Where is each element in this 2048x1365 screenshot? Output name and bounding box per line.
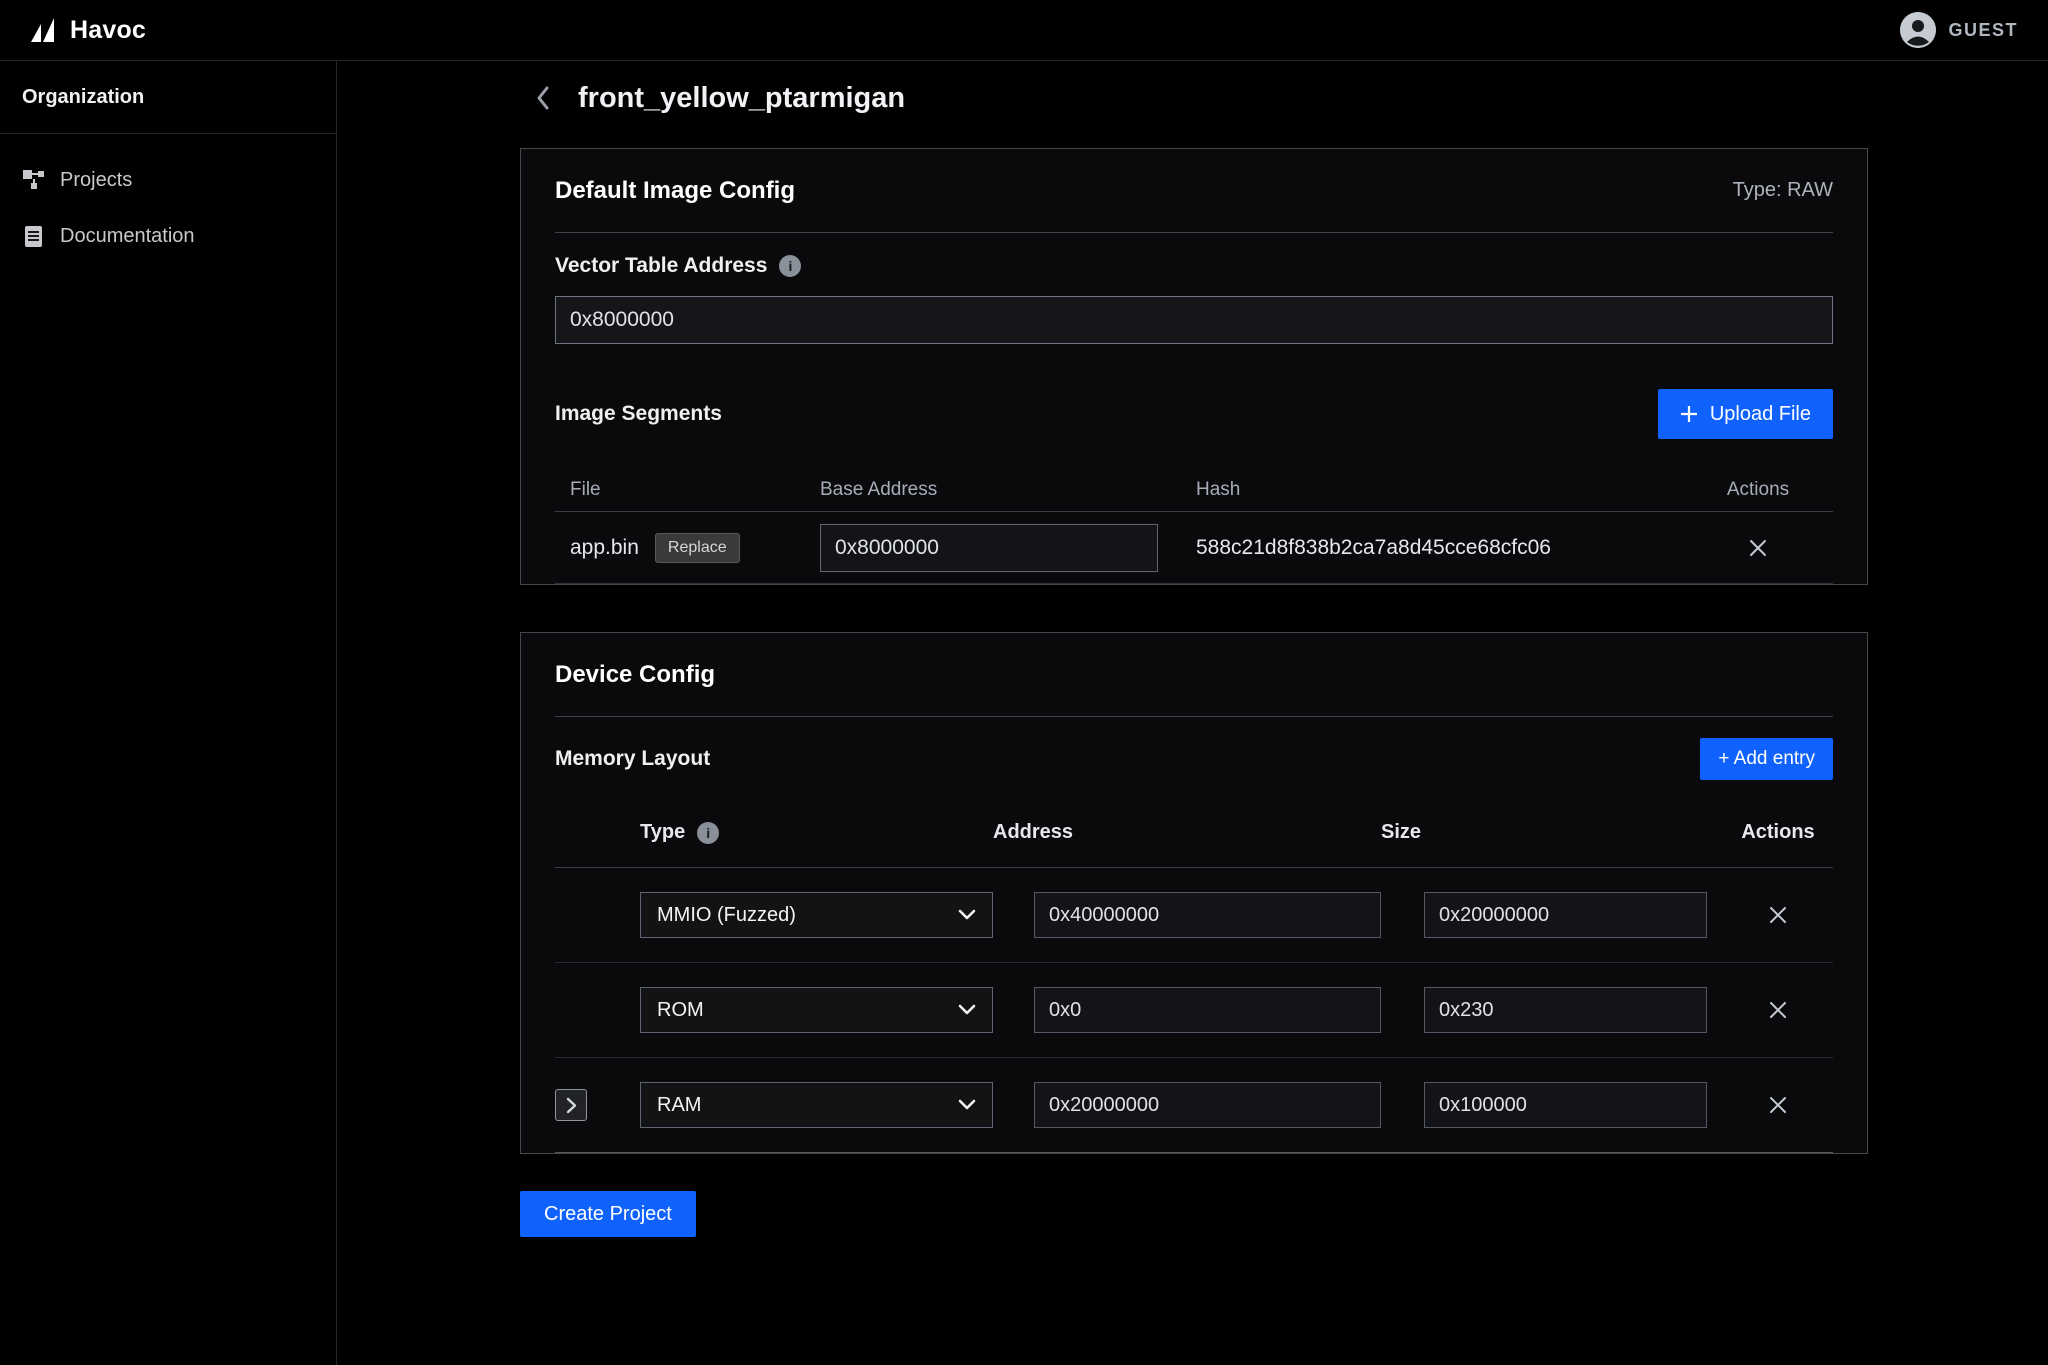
memory-type-value: MMIO (Fuzzed): [657, 904, 796, 927]
image-segments-title: Image Segments: [555, 402, 722, 426]
sidebar-item-label: Documentation: [60, 225, 195, 248]
chevron-left-icon: [535, 85, 551, 111]
image-config-title: Default Image Config: [555, 177, 795, 205]
memory-table-row: RAM: [555, 1058, 1833, 1153]
sidebar-heading: Organization: [0, 61, 336, 134]
sidebar-nav: Projects Documentation: [0, 134, 336, 256]
device-config-header: Device Config: [555, 633, 1833, 717]
memory-type-select[interactable]: RAM: [640, 1082, 993, 1128]
col-header-type: Type: [640, 821, 685, 844]
segments-table-header: File Base Address Hash Actions: [555, 469, 1833, 512]
vector-table-label-row: Vector Table Address i: [555, 253, 1833, 279]
close-icon: [1768, 1000, 1788, 1020]
sidebar-item-projects[interactable]: Projects: [0, 160, 336, 200]
upload-file-button[interactable]: Upload File: [1658, 389, 1833, 439]
remove-memory-row-button[interactable]: [1764, 901, 1792, 929]
close-icon: [1748, 538, 1768, 558]
vector-table-address-input[interactable]: [555, 296, 1833, 344]
top-bar: Havoc GUEST: [0, 0, 2048, 61]
memory-table-row: ROM: [555, 963, 1833, 1058]
user-label: GUEST: [1948, 20, 2018, 41]
close-icon: [1768, 1095, 1788, 1115]
chevron-down-icon: [958, 909, 976, 921]
remove-segment-button[interactable]: [1744, 534, 1772, 562]
segment-base-address-input[interactable]: [820, 524, 1158, 572]
device-config-title: Device Config: [555, 661, 715, 689]
memory-table-row: MMIO (Fuzzed): [555, 868, 1833, 963]
remove-memory-row-button[interactable]: [1764, 996, 1792, 1024]
memory-address-input[interactable]: [1034, 1082, 1381, 1128]
sidebar-item-label: Projects: [60, 169, 132, 192]
device-config-card: Device Config Memory Layout + Add entry …: [520, 632, 1868, 1154]
create-project-button[interactable]: Create Project: [520, 1191, 696, 1237]
vector-table-label: Vector Table Address: [555, 254, 767, 278]
user-menu[interactable]: GUEST: [1900, 12, 2018, 48]
col-header-size: Size: [1381, 821, 1707, 844]
close-icon: [1768, 905, 1788, 925]
memory-layout-row: Memory Layout + Add entry: [555, 738, 1833, 780]
documentation-book-icon: [22, 225, 45, 248]
image-config-header: Default Image Config Type: RAW: [555, 149, 1833, 233]
col-header-hash: Hash: [1196, 479, 1683, 501]
col-header-actions: Actions: [1683, 479, 1833, 501]
segment-hash: 588c21d8f838b2ca7a8d45cce68cfc06: [1196, 536, 1683, 560]
memory-size-input[interactable]: [1424, 987, 1707, 1033]
page-header: front_yellow_ptarmigan: [520, 75, 1868, 121]
memory-type-value: RAM: [657, 1094, 701, 1117]
havoc-logo-icon: [30, 17, 58, 43]
col-header-address: Address: [993, 821, 1381, 844]
page-title: front_yellow_ptarmigan: [578, 82, 905, 115]
sidebar-item-documentation[interactable]: Documentation: [0, 216, 336, 256]
chevron-right-icon: [566, 1097, 577, 1114]
memory-type-value: ROM: [657, 999, 704, 1022]
remove-memory-row-button[interactable]: [1764, 1091, 1792, 1119]
col-header-file: File: [570, 479, 820, 501]
default-image-config-card: Default Image Config Type: RAW Vector Ta…: [520, 148, 1868, 585]
info-icon[interactable]: i: [697, 822, 719, 844]
memory-address-input[interactable]: [1034, 987, 1381, 1033]
segment-file-name: app.bin: [570, 536, 639, 560]
memory-address-input[interactable]: [1034, 892, 1381, 938]
info-icon[interactable]: i: [779, 255, 801, 277]
plus-icon: [1680, 405, 1698, 423]
brand-name: Havoc: [70, 16, 146, 45]
back-button[interactable]: [530, 85, 556, 111]
memory-size-input[interactable]: [1424, 1082, 1707, 1128]
memory-layout-title: Memory Layout: [555, 747, 710, 771]
add-entry-button[interactable]: + Add entry: [1700, 738, 1833, 780]
expand-row-button[interactable]: [555, 1089, 587, 1121]
upload-file-label: Upload File: [1710, 403, 1811, 426]
col-header-base-address: Base Address: [820, 479, 1196, 501]
memory-table-header: Type i Address Size Actions: [555, 798, 1833, 868]
main-content: front_yellow_ptarmigan Default Image Con…: [337, 61, 2048, 1365]
memory-size-input[interactable]: [1424, 892, 1707, 938]
memory-type-select[interactable]: MMIO (Fuzzed): [640, 892, 993, 938]
image-type-text: Type: RAW: [1733, 179, 1833, 202]
col-header-actions: Actions: [1723, 821, 1833, 844]
sidebar: Organization Projects Documentation: [0, 61, 337, 1365]
image-segments-row: Image Segments Upload File: [555, 389, 1833, 439]
projects-flow-icon: [22, 169, 45, 192]
chevron-down-icon: [958, 1004, 976, 1016]
brand-home-link[interactable]: Havoc: [30, 16, 146, 45]
segment-table-row: app.bin Replace 588c21d8f838b2ca7a8d45cc…: [555, 512, 1833, 584]
chevron-down-icon: [958, 1099, 976, 1111]
user-avatar-icon: [1900, 12, 1936, 48]
replace-button[interactable]: Replace: [655, 533, 740, 563]
memory-type-select[interactable]: ROM: [640, 987, 993, 1033]
